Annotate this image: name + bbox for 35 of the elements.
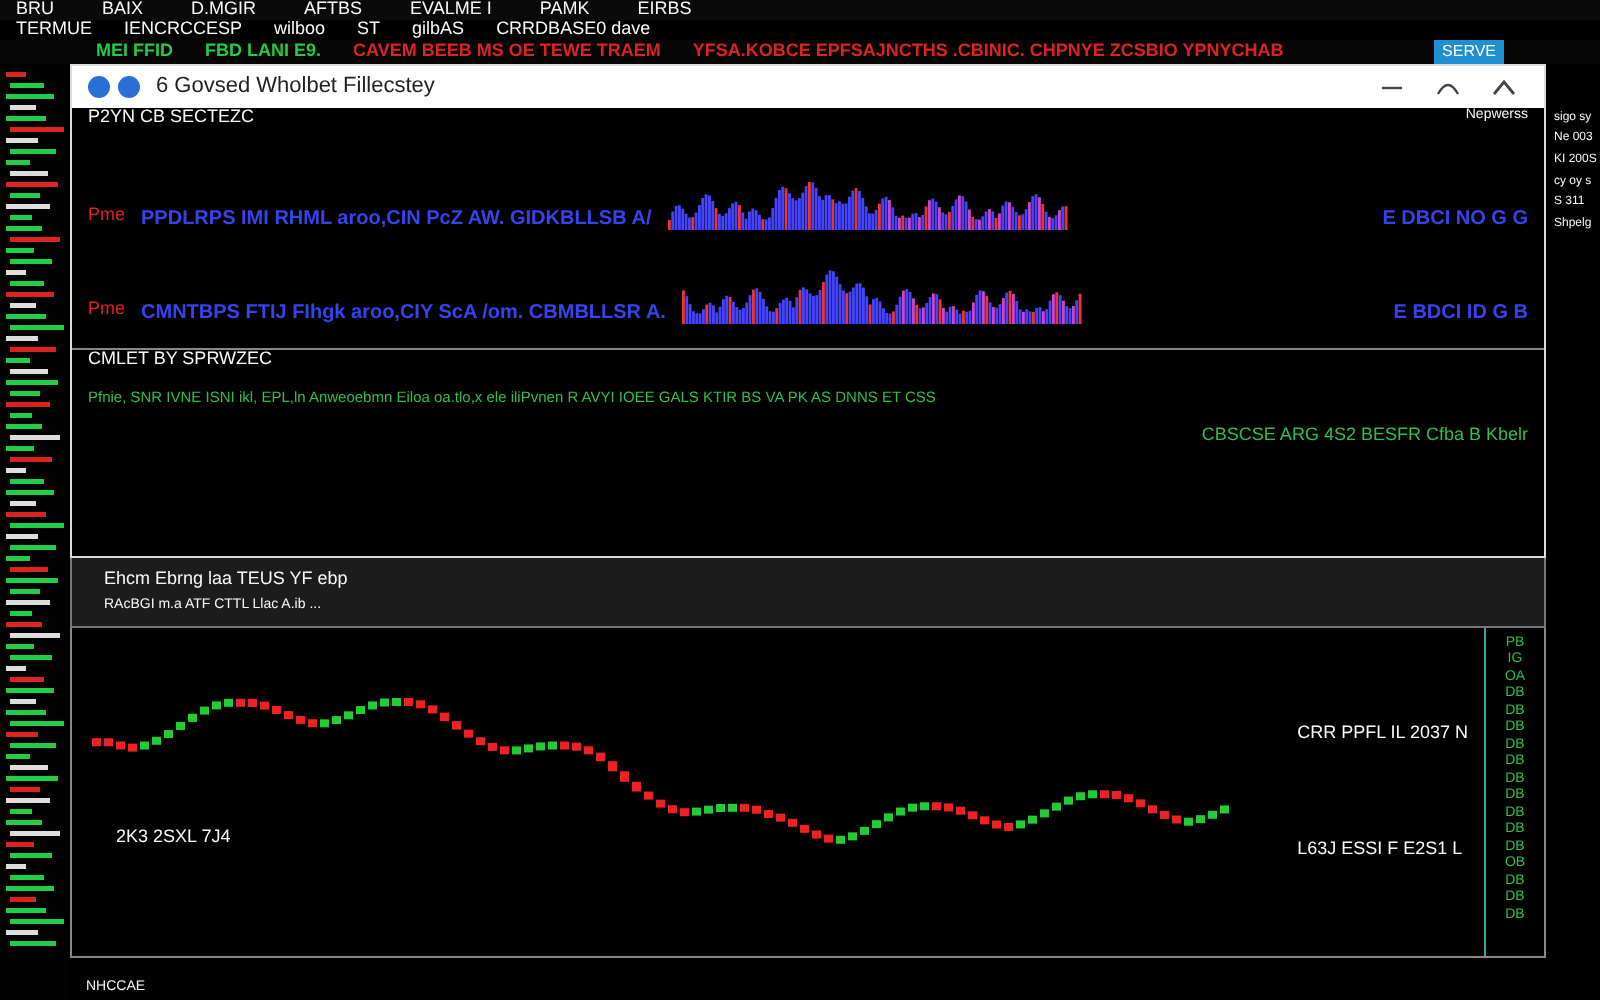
- price-label: CRR PPFL IL 2037 N: [1297, 723, 1468, 744]
- ticker-text: CAVEM BEEB MS OE TEWE TRAEM: [353, 41, 661, 62]
- app-icon: [88, 75, 110, 98]
- toolbar-item[interactable]: CRRDBASE0 dave: [496, 19, 651, 40]
- chart-subtitle: CMLET BY SPRWZEC: [88, 349, 275, 370]
- app-icon: [118, 75, 140, 98]
- toolbar-item[interactable]: gilbAS: [412, 19, 465, 40]
- ticker-badge[interactable]: SERVE: [1434, 39, 1504, 64]
- ticker-text: MEI FFID: [96, 41, 173, 62]
- menu-item[interactable]: BRU: [16, 0, 55, 20]
- chevron-up-icon[interactable]: [1492, 76, 1516, 97]
- price-label: L63J ESSI F E2S1 L: [1297, 839, 1465, 860]
- row-text: CMNTBPS FTIJ FIhgk aroo,CIY ScA /om. CBMBLLSR A.: [141, 301, 666, 324]
- row-tail: E BDCI ID G B: [1393, 301, 1528, 324]
- row-tail: E DBCI NO G G: [1382, 207, 1528, 230]
- chart-title: P2YN CB SECTEZC: [88, 107, 255, 128]
- window-title: 6 Govsed Wholbet Fillecstey: [156, 72, 435, 103]
- ticker-text: FBD LANI E9.: [205, 41, 322, 62]
- ticker-text: YFSA.KOBCE EPFSAJNCTHS .CBINIC. CHPNYE ZCSBIO YPNYCHAB: [692, 41, 1284, 62]
- toolbar-item[interactable]: IENCRCCESP: [124, 19, 243, 40]
- row-tag: Pme: [88, 296, 126, 324]
- toolbar-item[interactable]: wilboo: [274, 19, 326, 40]
- menu-item[interactable]: PAMK: [539, 0, 590, 20]
- row-text: PPDLRPS IMI RHML aroo,CIN PcZ AW. GIDKBLLSB A/: [141, 207, 652, 230]
- chart-footer: CBSCSE ARG 4S2 BESFR Cfba B Kbelr: [1201, 425, 1528, 446]
- menu-item[interactable]: AFTBS: [304, 0, 363, 20]
- menu-item[interactable]: BAIX: [102, 0, 144, 20]
- menu-item[interactable]: EIRBS: [637, 0, 692, 20]
- menu-item[interactable]: EVALME I: [410, 0, 492, 20]
- price-label: 2K3 2SXL 7J4: [116, 827, 231, 848]
- row-tag: Pme: [88, 202, 126, 230]
- toolbar-item[interactable]: ST: [357, 19, 381, 40]
- menu-item[interactable]: D.MGIR: [191, 0, 257, 20]
- toolbar-item[interactable]: TERMUE: [16, 19, 92, 40]
- panel-title: Ehcm Ebrng laa TEUS YF ebp: [104, 569, 350, 590]
